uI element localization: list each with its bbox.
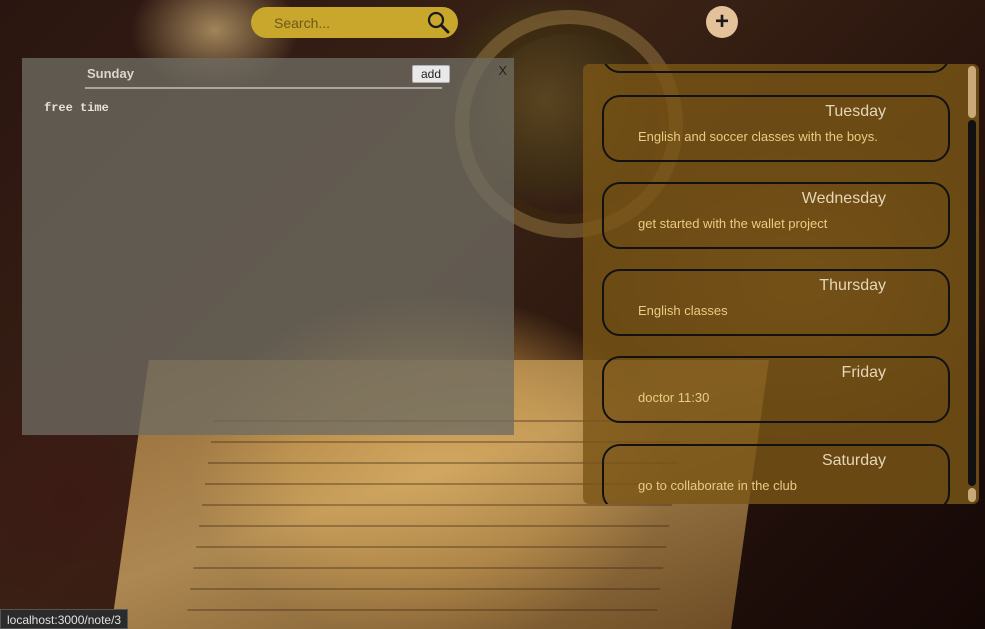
note-card[interactable]: Friday doctor 11:30 — [602, 356, 950, 423]
editor-title[interactable]: Sunday — [87, 66, 134, 81]
note-card[interactable] — [602, 64, 950, 73]
editor-body[interactable]: free time — [44, 101, 109, 115]
scrollbar-thumb[interactable] — [968, 120, 976, 486]
editor-add-button[interactable]: add — [412, 65, 450, 83]
note-card[interactable]: Thursday English classes — [602, 269, 950, 336]
notes-list[interactable]: Tuesday English and soccer classes with … — [583, 64, 979, 504]
note-day: Saturday — [821, 452, 886, 469]
add-note-button[interactable]: + — [706, 6, 738, 38]
search-icon[interactable] — [426, 10, 450, 34]
status-bar-url: localhost:3000/note/3 — [0, 609, 129, 629]
note-day: Thursday — [819, 277, 886, 294]
note-editor-panel: Sunday add X free time — [22, 58, 514, 435]
note-day: Tuesday — [825, 103, 886, 120]
editor-title-row: Sunday add — [85, 58, 450, 89]
note-text: doctor 11:30 — [638, 390, 710, 405]
notes-scrollbar[interactable] — [967, 64, 977, 504]
search-bar — [251, 7, 458, 38]
scrollbar-track-top — [968, 66, 976, 118]
note-text: get started with the wallet project — [638, 216, 828, 231]
note-card[interactable]: Saturday go to collaborate in the club — [602, 444, 950, 504]
scrollbar-track-bottom — [968, 488, 976, 502]
note-day: Friday — [841, 364, 886, 381]
note-card[interactable]: Wednesday get started with the wallet pr… — [602, 182, 950, 249]
search-input[interactable] — [274, 14, 419, 31]
close-icon[interactable]: X — [498, 63, 507, 78]
note-text: English and soccer classes with the boys… — [638, 129, 878, 144]
note-text: go to collaborate in the club — [638, 478, 797, 493]
plus-icon: + — [714, 8, 729, 35]
note-card[interactable]: Tuesday English and soccer classes with … — [602, 95, 950, 162]
note-text: English classes — [638, 303, 728, 318]
note-day: Wednesday — [801, 190, 886, 207]
